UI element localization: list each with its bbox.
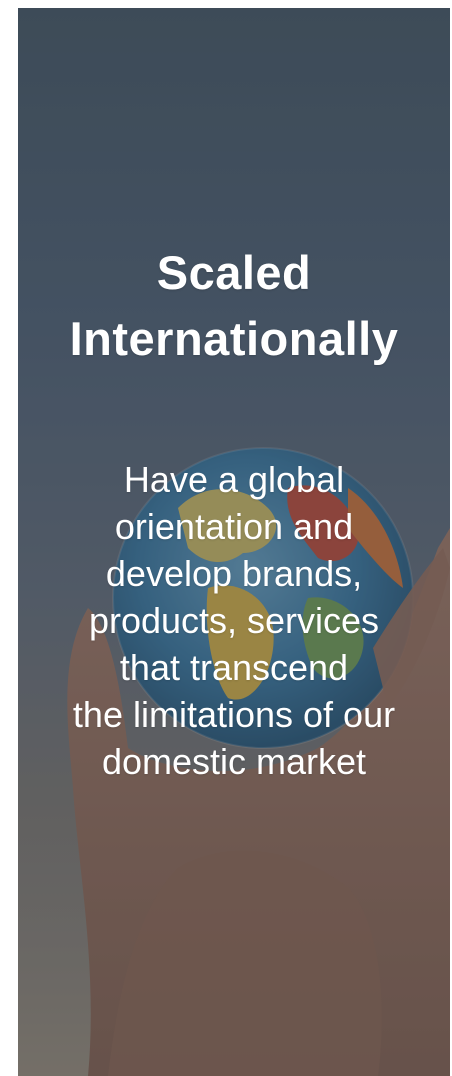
card-title-line: Internationally	[69, 312, 399, 365]
card-description-line: domestic market	[101, 741, 367, 782]
card-description-line: orientation and	[114, 506, 354, 547]
card-title: Scaled Internationally	[18, 240, 450, 372]
card-description: Have a global orientation and develop br…	[18, 456, 450, 785]
card-description-line: the limitations of our	[72, 694, 396, 735]
card-description-line: products, services	[88, 600, 380, 641]
card-description-line: develop brands,	[105, 553, 363, 594]
page: Scaled Internationally Have a global ori…	[0, 0, 452, 1076]
feature-card: Scaled Internationally Have a global ori…	[18, 8, 450, 1076]
card-description-line: Have a global	[123, 459, 345, 500]
card-description-line: that transcend	[119, 647, 349, 688]
card-content: Scaled Internationally Have a global ori…	[18, 8, 450, 1076]
card-title-line: Scaled	[156, 246, 312, 299]
